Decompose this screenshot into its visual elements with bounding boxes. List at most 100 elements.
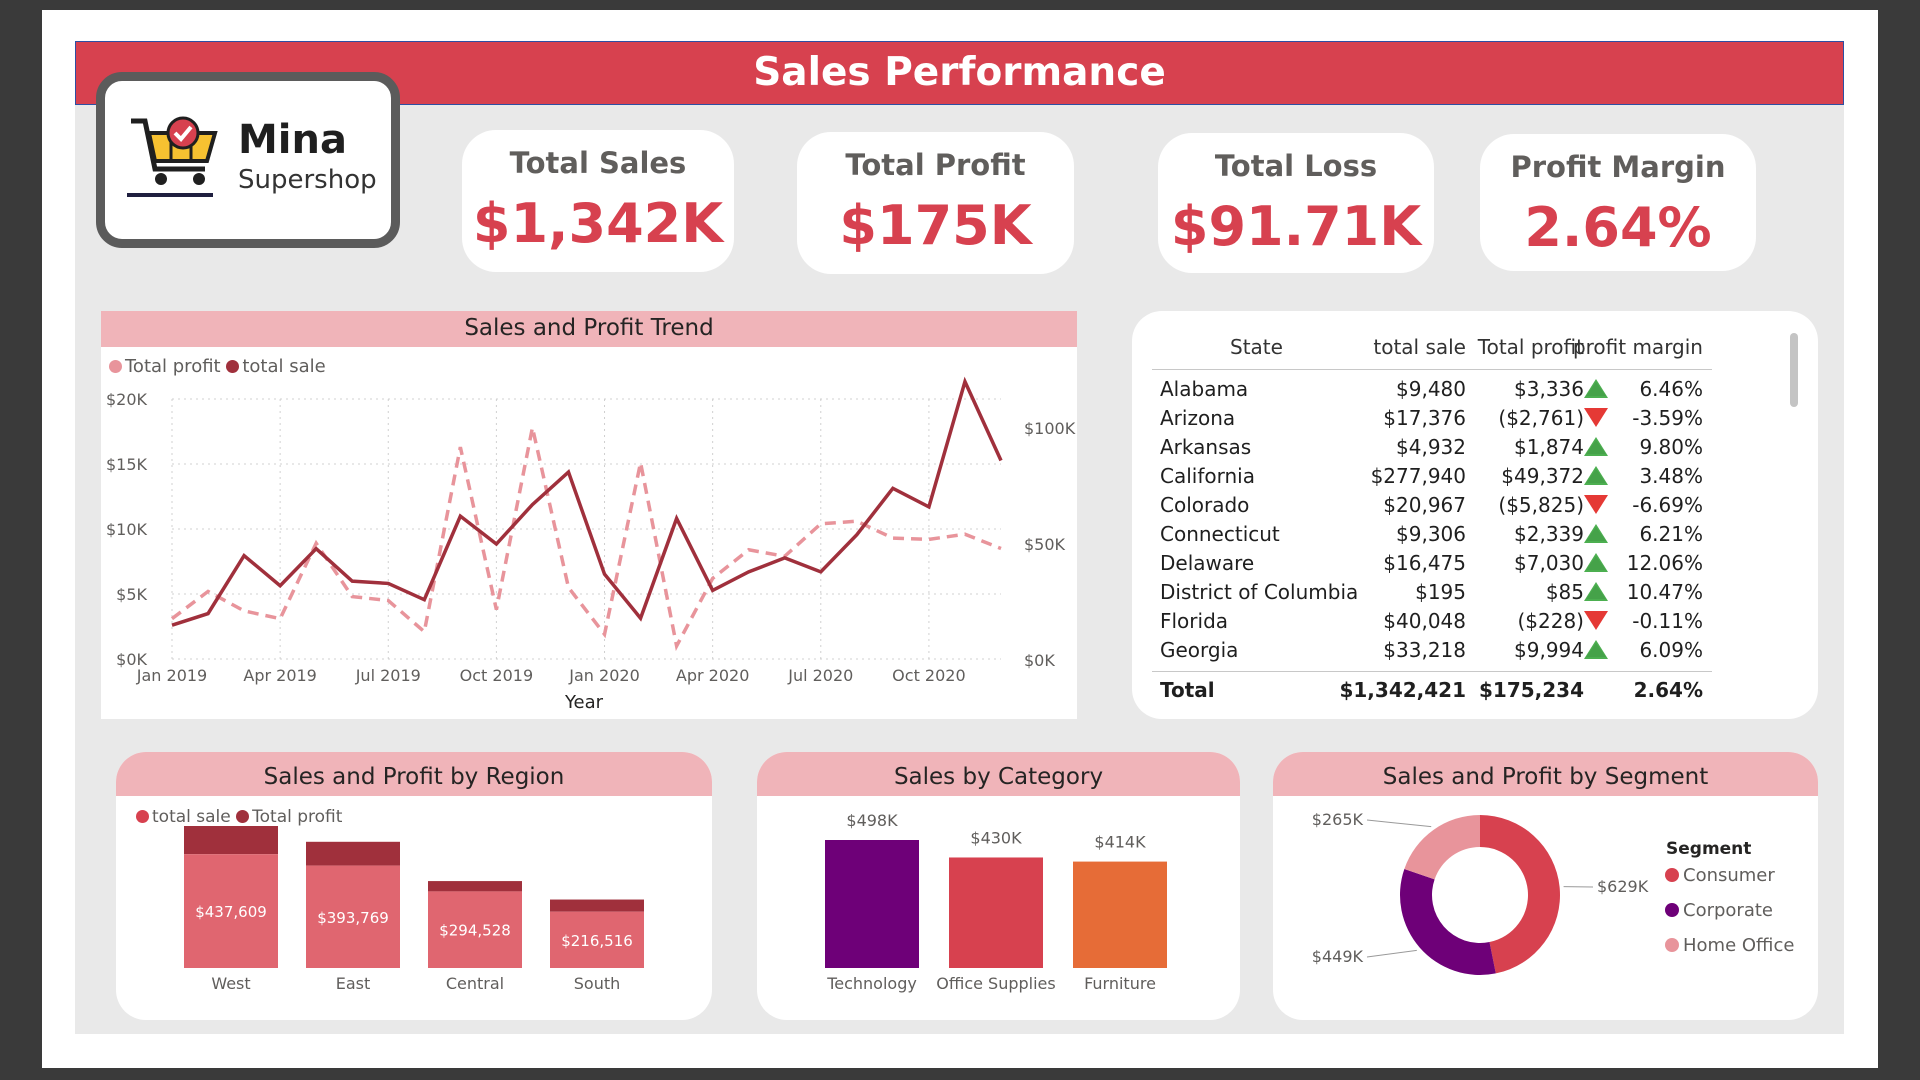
kpi-value: $91.71K (1170, 195, 1422, 258)
cell-total-profit: ($5,825) (1498, 493, 1584, 517)
category-label: Office Supplies (936, 974, 1055, 993)
total-sale: $1,342,421 (1339, 678, 1466, 702)
cell-state: Alabama (1160, 377, 1249, 401)
trend-chart-plot: $0K$5K$10K$15K$20K$0K$50K$100KJan 2019 Ap… (106, 376, 1076, 713)
cell-state: Arizona (1160, 406, 1236, 430)
cell-profit-margin: -3.59% (1632, 406, 1703, 430)
column-header-total-profit[interactable]: Total profit (1478, 335, 1584, 359)
series-line-total-profit[interactable] (170, 427, 1002, 652)
cell-state: District of Columbia (1160, 580, 1359, 604)
bar-total-profit[interactable] (428, 881, 522, 892)
legend-dot (1665, 903, 1679, 917)
segment-chart-panel[interactable]: Sales and Profit by Segment $629K $449K $2… (1273, 752, 1818, 1020)
slice-data-label: $449K (1312, 947, 1364, 966)
cell-profit-margin: 6.09% (1639, 638, 1703, 662)
cell-profit-margin: 10.47% (1626, 580, 1703, 604)
cell-total-profit: $3,336 (1514, 377, 1584, 401)
table-row[interactable]: Arkansas $4,932 $1,874 9.80% (1152, 433, 1712, 462)
total-label: Total (1160, 678, 1215, 702)
kpi-total-profit: Total Profit $175K (797, 132, 1074, 274)
table-row[interactable]: California $277,940 $49,372 3.48% (1152, 462, 1712, 491)
cell-total-profit: $2,339 (1514, 522, 1584, 546)
total-margin: 2.64% (1633, 678, 1703, 702)
y-left-tick-label: $20K (106, 390, 148, 409)
triangle-down-icon (1584, 611, 1608, 630)
cell-total-sale: $9,306 (1396, 522, 1466, 546)
cell-total-sale: $277,940 (1370, 464, 1466, 488)
table-row[interactable]: District of Columbia $195 $85 10.47% (1152, 578, 1712, 607)
cell-total-sale: $33,218 (1383, 638, 1466, 662)
bar-total-profit[interactable] (184, 826, 278, 855)
category-label: Central (446, 974, 504, 993)
donut-slice-consumer[interactable] (1480, 815, 1560, 974)
triangle-up-icon (1584, 379, 1608, 398)
region-chart-panel[interactable]: Sales and Profit by Region total sale To… (116, 752, 712, 1020)
donut-slice-corporate[interactable] (1400, 869, 1496, 975)
bar-data-label: $430K (970, 828, 1022, 847)
table-row[interactable]: Arizona $17,376 ($2,761) -3.59% (1152, 404, 1712, 433)
cell-total-sale: $16,475 (1383, 551, 1466, 575)
triangle-up-icon (1584, 524, 1608, 543)
logo-card: Mina Supershop (96, 72, 400, 248)
trend-chart-panel[interactable]: Sales and Profit Trend Total profit tota… (101, 311, 1077, 719)
legend-dot (1665, 868, 1679, 882)
cell-profit-margin: 9.80% (1639, 435, 1703, 459)
y-right-tick-label: $50K (1024, 535, 1066, 554)
x-tick-label: Jul 2020 (787, 666, 853, 685)
series-line-total-sale[interactable] (171, 376, 1003, 627)
kpi-total-sales: Total Sales $1,342K (462, 130, 734, 272)
cell-total-sale: $195 (1415, 580, 1466, 604)
table-row[interactable]: Colorado $20,967 ($5,825) -6.69% (1152, 491, 1712, 520)
cell-state: Georgia (1160, 638, 1239, 662)
leader-line (1366, 819, 1432, 828)
bar-data-label: $393,769 (317, 909, 389, 927)
column-header-total-sale[interactable]: total sale (1373, 335, 1466, 359)
bar-technology[interactable] (825, 840, 919, 968)
category-chart-plot: $498K Technology $430K Office Supplies $414K… (825, 811, 1167, 993)
bar-total-profit[interactable] (550, 899, 644, 912)
x-tick-label: Jul 2019 (355, 666, 421, 685)
table-row[interactable]: Connecticut $9,306 $2,339 6.21% (1152, 520, 1712, 549)
bar-total-profit[interactable] (306, 841, 400, 866)
table-row[interactable]: Alabama $9,480 $3,336 6.46% (1152, 375, 1712, 404)
kpi-profit-margin: Profit Margin 2.64% (1480, 134, 1756, 271)
legend-item-home-office[interactable]: Home Office (1683, 935, 1794, 956)
cell-total-profit: ($2,761) (1498, 406, 1584, 430)
table-row[interactable]: Delaware $16,475 $7,030 12.06% (1152, 549, 1712, 578)
state-table-header: State total sale Total profit profit mar… (1152, 331, 1712, 370)
column-header-state[interactable]: State (1230, 335, 1283, 359)
y-left-tick-label: $10K (106, 520, 148, 539)
x-tick-label: Jan 2020 (568, 666, 639, 685)
cell-state: Delaware (1160, 551, 1255, 575)
triangle-up-icon (1584, 437, 1608, 456)
triangle-down-icon (1584, 408, 1608, 427)
bar-data-label: $294,528 (439, 922, 511, 940)
kpi-value: 2.64% (1524, 196, 1712, 259)
cell-total-profit: $1,874 (1514, 435, 1584, 459)
bar-furniture[interactable] (1073, 861, 1167, 968)
y-left-tick-label: $5K (116, 585, 147, 604)
triangle-up-icon (1584, 466, 1608, 485)
legend-item-consumer[interactable]: Consumer (1683, 865, 1775, 886)
category-chart-panel[interactable]: Sales by Category $498K Technology $430K Of… (757, 752, 1240, 1020)
shopping-cart-icon (127, 116, 218, 197)
table-row[interactable]: Georgia $33,218 $9,994 6.09% (1152, 636, 1712, 665)
cell-total-sale: $9,480 (1396, 377, 1466, 401)
leader-line (1366, 949, 1417, 958)
category-label: South (574, 974, 621, 993)
kpi-label: Total Profit (845, 148, 1026, 182)
bar-data-label: $437,609 (195, 903, 267, 921)
table-row[interactable]: Florida $40,048 ($228) -0.11% (1152, 607, 1712, 636)
table-scrollbar[interactable] (1790, 333, 1798, 407)
cell-total-profit: $85 (1545, 580, 1584, 604)
legend-item-corporate[interactable]: Corporate (1683, 900, 1773, 921)
y-right-tick-label: $100K (1024, 419, 1076, 438)
legend-title: Segment (1666, 839, 1751, 859)
column-header-profit-margin[interactable]: profit margin (1573, 335, 1703, 359)
cell-state: Connecticut (1160, 522, 1280, 546)
category-label: East (336, 974, 371, 993)
bar-office-supplies[interactable] (949, 857, 1043, 968)
cell-state: Arkansas (1160, 435, 1252, 459)
slice-data-label: $629K (1597, 877, 1649, 896)
x-tick-label: Apr 2019 (243, 666, 316, 685)
